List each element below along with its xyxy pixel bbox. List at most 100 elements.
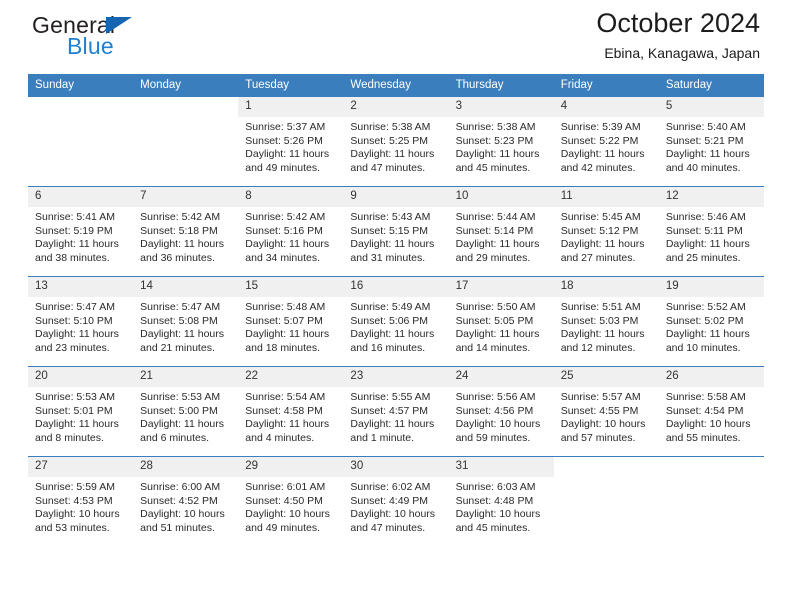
weekday-header-sunday: Sunday: [28, 74, 134, 97]
daylight-duration-line1: Daylight: 10 hours: [350, 508, 436, 521]
calendar-day-cell[interactable]: 13 Sunrise: 5:47 AM Sunset: 5:10 PM Dayligh…: [28, 276, 134, 367]
calendar-day-cell[interactable]: 26 Sunrise: 5:58 AM Sunset: 4:54 PM Dayligh…: [658, 366, 764, 457]
daylight-duration-line1: Daylight: 11 hours: [140, 238, 224, 251]
weekday-header-monday: Monday: [133, 74, 239, 97]
day-content-empty: [659, 457, 764, 546]
day-number: 1: [238, 97, 344, 117]
sunrise-sunset-calendar: Sunday Monday Tuesday Wednesday Thursday…: [28, 74, 764, 547]
day-number: 28: [133, 457, 239, 477]
calendar-day-cell[interactable]: [553, 456, 659, 547]
calendar-day-cell[interactable]: 6 Sunrise: 5:41 AM Sunset: 5:19 PM Daylight…: [28, 186, 134, 277]
sunset-time: Sunset: 5:02 PM: [665, 314, 744, 327]
calendar-day-cell[interactable]: 29 Sunrise: 6:01 AM Sunset: 4:50 PM Dayligh…: [238, 456, 344, 547]
sunrise-time: Sunrise: 5:44 AM: [455, 211, 536, 223]
calendar-day-cell[interactable]: 11 Sunrise: 5:45 AM Sunset: 5:12 PM Dayligh…: [553, 186, 659, 277]
calendar-day-cell[interactable]: 24 Sunrise: 5:56 AM Sunset: 4:56 PM Dayligh…: [448, 366, 554, 457]
calendar-day-cell[interactable]: 1 Sunrise: 5:37 AM Sunset: 5:26 PM Daylight…: [238, 96, 344, 187]
calendar-day-cell[interactable]: 21 Sunrise: 5:53 AM Sunset: 5:00 PM Dayligh…: [133, 366, 239, 457]
sunset-time: Sunset: 5:25 PM: [350, 134, 429, 147]
day-number: 5: [658, 97, 764, 117]
daylight-duration-line1: Daylight: 11 hours: [350, 238, 435, 251]
day-number: 22: [238, 367, 344, 387]
day-number: 31: [448, 457, 554, 477]
day-content: 17 Sunrise: 5:50 AM Sunset: 5:05 PM Dayligh…: [448, 277, 554, 366]
day-sun-info: Sunrise: 5:47 AM Sunset: 5:08 PM Daylight:…: [133, 297, 238, 355]
sunrise-time: Sunrise: 5:58 AM: [665, 391, 746, 403]
daylight-duration-line2: and 42 minutes.: [560, 161, 636, 174]
day-sun-info: Sunrise: 5:46 AM Sunset: 5:11 PM Daylight:…: [659, 207, 764, 265]
day-content: 14 Sunrise: 5:47 AM Sunset: 5:08 PM Dayligh…: [133, 277, 239, 366]
calendar-day-cell[interactable]: [658, 456, 764, 547]
sunrise-time: Sunrise: 5:54 AM: [245, 391, 326, 403]
day-content-empty: [28, 97, 133, 186]
calendar-day-cell[interactable]: 12 Sunrise: 5:46 AM Sunset: 5:11 PM Dayligh…: [658, 186, 764, 277]
day-content: 22 Sunrise: 5:54 AM Sunset: 4:58 PM Dayligh…: [238, 367, 344, 456]
calendar-day-cell[interactable]: 17 Sunrise: 5:50 AM Sunset: 5:05 PM Dayligh…: [448, 276, 554, 367]
calendar-day-cell[interactable]: 14 Sunrise: 5:47 AM Sunset: 5:08 PM Dayligh…: [133, 276, 239, 367]
day-number: 23: [343, 367, 449, 387]
calendar-day-cell[interactable]: 31 Sunrise: 6:03 AM Sunset: 4:48 PM Dayligh…: [448, 456, 554, 547]
calendar-day-cell[interactable]: 3 Sunrise: 5:38 AM Sunset: 5:23 PM Daylight…: [448, 96, 554, 187]
day-number: 18: [553, 277, 659, 297]
sunrise-time: Sunrise: 5:59 AM: [35, 481, 115, 493]
day-number: 19: [658, 277, 764, 297]
logo-triangle-icon: [106, 17, 132, 34]
sunrise-time: Sunrise: 6:01 AM: [245, 481, 326, 493]
page-header: General Blue October 2024 Ebina, Kanagaw…: [28, 0, 764, 74]
calendar-day-cell[interactable]: 23 Sunrise: 5:55 AM Sunset: 4:57 PM Dayligh…: [343, 366, 449, 457]
calendar-day-cell[interactable]: 18 Sunrise: 5:51 AM Sunset: 5:03 PM Dayligh…: [553, 276, 659, 367]
daylight-duration-line2: and 21 minutes.: [140, 341, 215, 354]
calendar-day-cell[interactable]: 8 Sunrise: 5:42 AM Sunset: 5:16 PM Daylight…: [238, 186, 344, 277]
calendar-day-cell[interactable]: 15 Sunrise: 5:48 AM Sunset: 5:07 PM Dayligh…: [238, 276, 344, 367]
day-content: 16 Sunrise: 5:49 AM Sunset: 5:06 PM Dayligh…: [343, 277, 449, 366]
day-number: 7: [133, 187, 239, 207]
day-number: 30: [343, 457, 449, 477]
sunrise-time: Sunrise: 5:43 AM: [350, 211, 431, 223]
sunrise-time: Sunrise: 5:46 AM: [665, 211, 746, 223]
calendar-day-cell[interactable]: 4 Sunrise: 5:39 AM Sunset: 5:22 PM Daylight…: [553, 96, 659, 187]
calendar-day-cell[interactable]: 9 Sunrise: 5:43 AM Sunset: 5:15 PM Daylight…: [343, 186, 449, 277]
calendar-day-cell[interactable]: 27 Sunrise: 5:59 AM Sunset: 4:53 PM Dayligh…: [28, 456, 134, 547]
day-number: 6: [28, 187, 134, 207]
calendar-day-cell[interactable]: 22 Sunrise: 5:54 AM Sunset: 4:58 PM Dayligh…: [238, 366, 344, 457]
calendar-day-cell[interactable]: 7 Sunrise: 5:42 AM Sunset: 5:18 PM Daylight…: [133, 186, 239, 277]
day-number: 29: [238, 457, 344, 477]
day-content: 23 Sunrise: 5:55 AM Sunset: 4:57 PM Dayligh…: [343, 367, 449, 456]
day-number: 10: [448, 187, 554, 207]
calendar-day-cell[interactable]: [133, 96, 239, 187]
day-number: [28, 97, 133, 117]
calendar-day-cell[interactable]: 28 Sunrise: 6:00 AM Sunset: 4:52 PM Dayligh…: [133, 456, 239, 547]
calendar-day-cell[interactable]: 10 Sunrise: 5:44 AM Sunset: 5:14 PM Dayligh…: [448, 186, 554, 277]
calendar-day-cell[interactable]: 30 Sunrise: 6:02 AM Sunset: 4:49 PM Dayligh…: [343, 456, 449, 547]
sunrise-time: Sunrise: 5:50 AM: [455, 301, 536, 313]
calendar-day-cell[interactable]: 20 Sunrise: 5:53 AM Sunset: 5:01 PM Dayligh…: [28, 366, 134, 457]
sunset-time: Sunset: 5:08 PM: [140, 314, 218, 327]
calendar-body: 1 Sunrise: 5:37 AM Sunset: 5:26 PM Daylight…: [28, 96, 764, 547]
calendar-day-cell[interactable]: 5 Sunrise: 5:40 AM Sunset: 5:21 PM Daylight…: [658, 96, 764, 187]
calendar-day-cell[interactable]: 19 Sunrise: 5:52 AM Sunset: 5:02 PM Dayligh…: [658, 276, 764, 367]
day-number: 26: [658, 367, 764, 387]
day-sun-info: Sunrise: 6:00 AM Sunset: 4:52 PM Daylight:…: [133, 477, 238, 535]
day-sun-info: Sunrise: 5:51 AM Sunset: 5:03 PM Daylight:…: [554, 297, 659, 355]
daylight-duration-line1: Daylight: 10 hours: [35, 508, 120, 521]
daylight-duration-line2: and 29 minutes.: [455, 251, 531, 264]
day-content: 24 Sunrise: 5:56 AM Sunset: 4:56 PM Dayligh…: [448, 367, 554, 456]
sunset-time: Sunset: 4:55 PM: [560, 404, 639, 417]
calendar-day-cell[interactable]: 16 Sunrise: 5:49 AM Sunset: 5:06 PM Dayligh…: [343, 276, 449, 367]
daylight-duration-line1: Daylight: 11 hours: [350, 148, 435, 161]
day-number: 17: [448, 277, 554, 297]
daylight-duration-line1: Daylight: 11 hours: [140, 328, 224, 341]
calendar-day-cell[interactable]: 2 Sunrise: 5:38 AM Sunset: 5:25 PM Daylight…: [343, 96, 449, 187]
page-title: October 2024: [596, 8, 760, 38]
sunset-time: Sunset: 5:21 PM: [665, 134, 744, 147]
day-sun-info: Sunrise: 5:38 AM Sunset: 5:23 PM Daylight:…: [449, 117, 554, 175]
day-content: 10 Sunrise: 5:44 AM Sunset: 5:14 PM Dayligh…: [448, 187, 554, 276]
day-content: 30 Sunrise: 6:02 AM Sunset: 4:49 PM Dayligh…: [343, 457, 449, 546]
day-sun-info: Sunrise: 5:47 AM Sunset: 5:10 PM Daylight:…: [28, 297, 133, 355]
day-number: 14: [133, 277, 239, 297]
calendar-day-cell[interactable]: 25 Sunrise: 5:57 AM Sunset: 4:55 PM Dayligh…: [553, 366, 659, 457]
calendar-week-row: 13 Sunrise: 5:47 AM Sunset: 5:10 PM Dayligh…: [28, 276, 764, 367]
day-sun-info: Sunrise: 5:41 AM Sunset: 5:19 PM Daylight:…: [28, 207, 133, 265]
day-number: 27: [28, 457, 134, 477]
calendar-day-cell[interactable]: [28, 96, 134, 187]
